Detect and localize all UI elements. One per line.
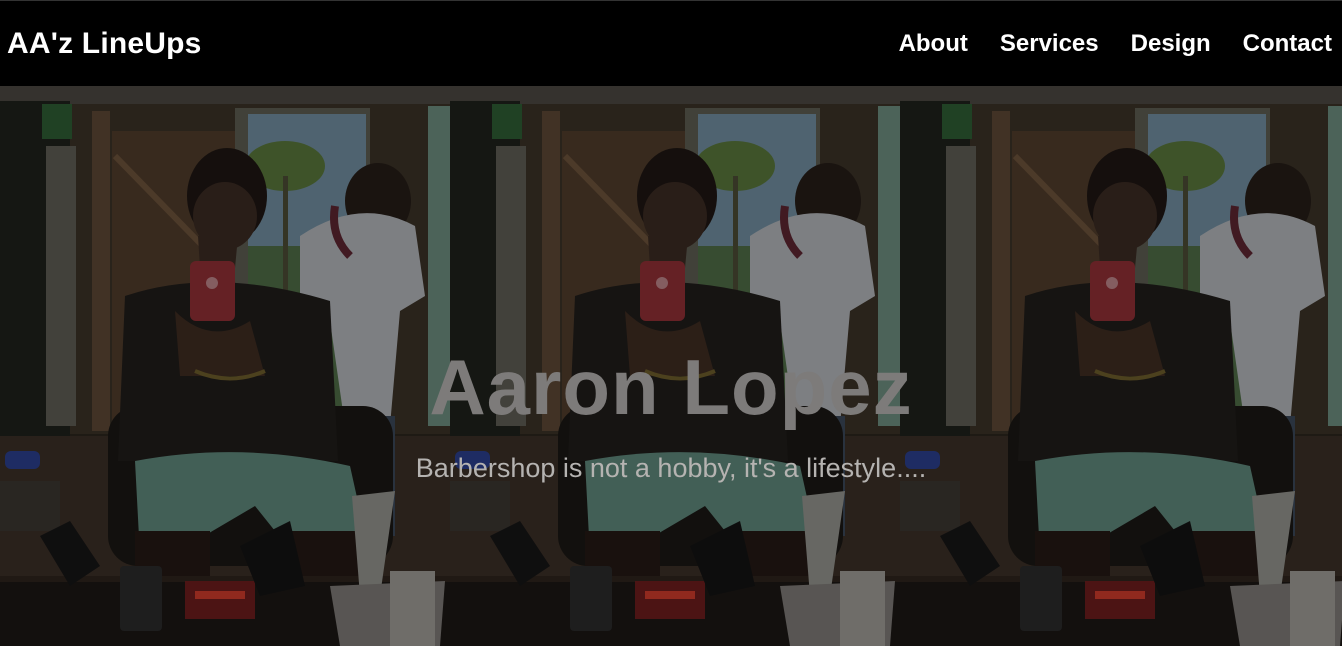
nav-link-contact[interactable]: Contact bbox=[1243, 30, 1332, 58]
hero-section: Aaron Lopez Barbershop is not a hobby, i… bbox=[0, 86, 1342, 646]
navbar: AA'z LineUps About Services Design Conta… bbox=[0, 0, 1342, 86]
brand-logo-link[interactable]: AA'z LineUps bbox=[7, 27, 202, 61]
nav-link-services[interactable]: Services bbox=[1000, 30, 1099, 58]
background-photo-tile bbox=[450, 86, 900, 646]
hero-background bbox=[0, 86, 1342, 646]
background-photo-tile bbox=[0, 86, 450, 646]
nav-link-design[interactable]: Design bbox=[1131, 30, 1211, 58]
nav-menu: About Services Design Contact bbox=[867, 30, 1332, 58]
background-photo-tile bbox=[900, 86, 1342, 646]
nav-link-about[interactable]: About bbox=[899, 30, 968, 58]
